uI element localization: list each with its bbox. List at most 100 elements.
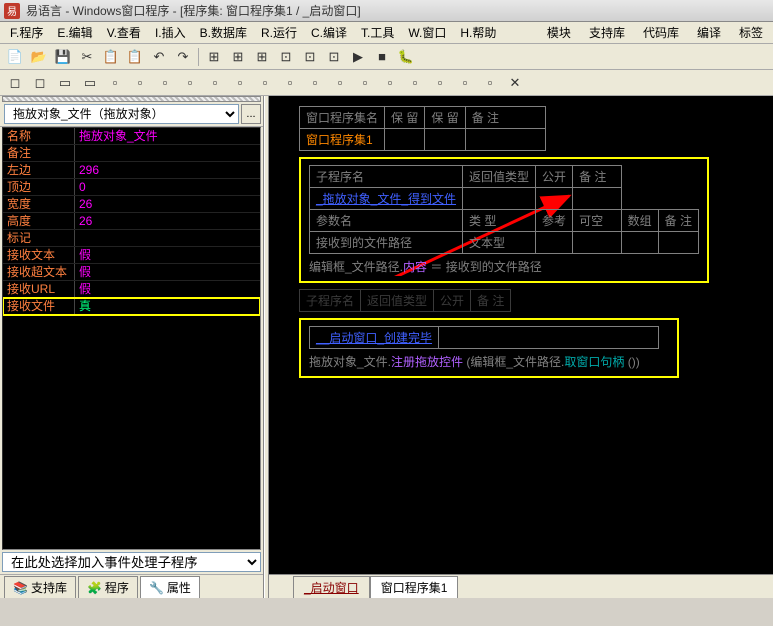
prop-value[interactable]: 26 — [75, 213, 260, 229]
toolbar-btn-10[interactable]: ⊞ — [227, 46, 249, 68]
layout-btn-4[interactable]: ▫ — [104, 72, 126, 94]
editor-tab-startup[interactable]: _启动窗口 — [293, 576, 370, 598]
menu-tools[interactable]: T.工具 — [355, 22, 400, 43]
sub1-table: 子程序名返回值类型公开备 注 _拖放对象_文件_得到文件 参数名类 型参考可空数… — [309, 165, 699, 254]
prop-value[interactable]: 296 — [75, 162, 260, 178]
prop-value[interactable]: 假 — [75, 264, 260, 280]
prop-row-左边[interactable]: 左边296 — [3, 162, 260, 179]
toolbar-btn-12[interactable]: ⊡ — [275, 46, 297, 68]
menu-help[interactable]: H.帮助 — [454, 22, 502, 43]
prop-value[interactable]: 拖放对象_文件 — [75, 128, 260, 144]
toolbar-btn-17[interactable]: 🐛 — [395, 46, 417, 68]
layout-btn-1[interactable]: ◻ — [29, 72, 51, 94]
sub2-name[interactable]: __启动窗口_创建完毕 — [316, 331, 432, 345]
prop-value[interactable]: 0 — [75, 179, 260, 195]
code-editor[interactable]: 窗口程序集名保 留保 留备 注 窗口程序集1 子程序名返回值类型公开备 注 _拖… — [269, 96, 773, 598]
left-tabs: 📚支持库 🧩程序 🔧属性 — [0, 574, 263, 598]
event-selector[interactable]: 在此处选择加入事件处理子程序 — [2, 552, 261, 572]
tab-program[interactable]: 🧩程序 — [78, 576, 138, 598]
toolbar-btn-11[interactable]: ⊞ — [251, 46, 273, 68]
toolbar-btn-9[interactable]: ⊞ — [203, 46, 225, 68]
prop-row-宽度[interactable]: 宽度26 — [3, 196, 260, 213]
prop-row-顶边[interactable]: 顶边0 — [3, 179, 260, 196]
menu-insert[interactable]: I.插入 — [149, 22, 192, 43]
tab-properties[interactable]: 🔧属性 — [140, 576, 200, 598]
menu-view[interactable]: V.查看 — [101, 22, 147, 43]
prop-row-接收文件[interactable]: 接收文件真 — [3, 298, 260, 315]
layout-btn-2[interactable]: ▭ — [54, 72, 76, 94]
sub1-name[interactable]: _拖放对象_文件_得到文件 — [316, 192, 456, 206]
object-selector[interactable]: 拖放对象_文件（拖放对象） — [4, 104, 239, 124]
prop-row-高度[interactable]: 高度26 — [3, 213, 260, 230]
layout-btn-10[interactable]: ▫ — [254, 72, 276, 94]
layout-btn-13[interactable]: ▫ — [329, 72, 351, 94]
assembly-header-table: 窗口程序集名保 留保 留备 注 窗口程序集1 — [299, 106, 546, 151]
prop-row-备注[interactable]: 备注 — [3, 145, 260, 162]
toolbar-btn-14[interactable]: ⊡ — [323, 46, 345, 68]
menu-database[interactable]: B.数据库 — [194, 22, 253, 43]
tab-support-lib[interactable]: 📚支持库 — [4, 576, 76, 598]
prop-key: 顶边 — [3, 179, 75, 195]
menu-window[interactable]: W.窗口 — [402, 22, 452, 43]
prop-row-接收文本[interactable]: 接收文本假 — [3, 247, 260, 264]
layout-btn-0[interactable]: ◻ — [4, 72, 26, 94]
editor-tab-assembly[interactable]: 窗口程序集1 — [370, 576, 459, 598]
prop-key: 接收文本 — [3, 247, 75, 263]
toolbar-btn-4[interactable]: 📋 — [100, 46, 122, 68]
toolbar-btn-7[interactable]: ↷ — [172, 46, 194, 68]
toolbar-btn-2[interactable]: 💾 — [52, 46, 74, 68]
prop-value[interactable]: 26 — [75, 196, 260, 212]
editor-tabs: _启动窗口 窗口程序集1 — [269, 574, 773, 598]
layout-btn-3[interactable]: ▭ — [79, 72, 101, 94]
toolbar-btn-16[interactable]: ■ — [371, 46, 393, 68]
layout-toolbar: ◻◻▭▭▫▫▫▫▫▫▫▫▫▫▫▫▫▫▫▫✕ — [0, 70, 773, 96]
object-browse-button[interactable]: ... — [241, 104, 261, 124]
toolbar-btn-15[interactable]: ▶ — [347, 46, 369, 68]
menu-file[interactable]: F.程序 — [4, 22, 49, 43]
prop-value[interactable] — [75, 230, 260, 246]
toolbar-btn-3[interactable]: ✂ — [76, 46, 98, 68]
toolbar-btn-6[interactable]: ↶ — [148, 46, 170, 68]
prop-key: 接收URL — [3, 281, 75, 297]
sub2-table: __启动窗口_创建完毕 — [309, 326, 659, 349]
menu-edit[interactable]: E.编辑 — [51, 22, 98, 43]
layout-btn-8[interactable]: ▫ — [204, 72, 226, 94]
menu-run[interactable]: R.运行 — [255, 22, 303, 43]
menu-code-lib[interactable]: 代码库 — [637, 22, 685, 43]
prop-row-名称[interactable]: 名称拖放对象_文件 — [3, 128, 260, 145]
prop-value[interactable] — [75, 145, 260, 161]
layout-btn-14[interactable]: ▫ — [354, 72, 376, 94]
toolbar-btn-1[interactable]: 📂 — [28, 46, 50, 68]
prop-value[interactable]: 假 — [75, 247, 260, 263]
layout-btn-20[interactable]: ✕ — [504, 72, 526, 94]
layout-btn-12[interactable]: ▫ — [304, 72, 326, 94]
menu-label[interactable]: 标签 — [733, 22, 769, 43]
property-grid[interactable]: 名称拖放对象_文件备注左边296顶边0宽度26高度26标记接收文本假接收超文本假… — [2, 127, 261, 550]
layout-btn-19[interactable]: ▫ — [479, 72, 501, 94]
prop-value[interactable]: 假 — [75, 281, 260, 297]
menu-compile-r[interactable]: 编译 — [691, 22, 727, 43]
layout-btn-17[interactable]: ▫ — [429, 72, 451, 94]
layout-btn-15[interactable]: ▫ — [379, 72, 401, 94]
prop-row-接收URL[interactable]: 接收URL假 — [3, 281, 260, 298]
main-toolbar: 📄📂💾✂📋📋↶↷⊞⊞⊞⊡⊡⊡▶■🐛 — [0, 44, 773, 70]
menu-support-lib[interactable]: 支持库 — [583, 22, 631, 43]
toolbar-btn-0[interactable]: 📄 — [4, 46, 26, 68]
prop-key: 名称 — [3, 128, 75, 144]
menu-bar: F.程序 E.编辑 V.查看 I.插入 B.数据库 R.运行 C.编译 T.工具… — [0, 22, 773, 44]
toolbar-btn-13[interactable]: ⊡ — [299, 46, 321, 68]
layout-btn-7[interactable]: ▫ — [179, 72, 201, 94]
prop-key: 左边 — [3, 162, 75, 178]
prop-row-接收超文本[interactable]: 接收超文本假 — [3, 264, 260, 281]
prop-row-标记[interactable]: 标记 — [3, 230, 260, 247]
menu-module[interactable]: 模块 — [541, 22, 577, 43]
toolbar-btn-5[interactable]: 📋 — [124, 46, 146, 68]
layout-btn-6[interactable]: ▫ — [154, 72, 176, 94]
menu-compile[interactable]: C.编译 — [305, 22, 353, 43]
layout-btn-9[interactable]: ▫ — [229, 72, 251, 94]
layout-btn-11[interactable]: ▫ — [279, 72, 301, 94]
prop-value[interactable]: 真 — [75, 298, 260, 314]
layout-btn-5[interactable]: ▫ — [129, 72, 151, 94]
layout-btn-16[interactable]: ▫ — [404, 72, 426, 94]
layout-btn-18[interactable]: ▫ — [454, 72, 476, 94]
